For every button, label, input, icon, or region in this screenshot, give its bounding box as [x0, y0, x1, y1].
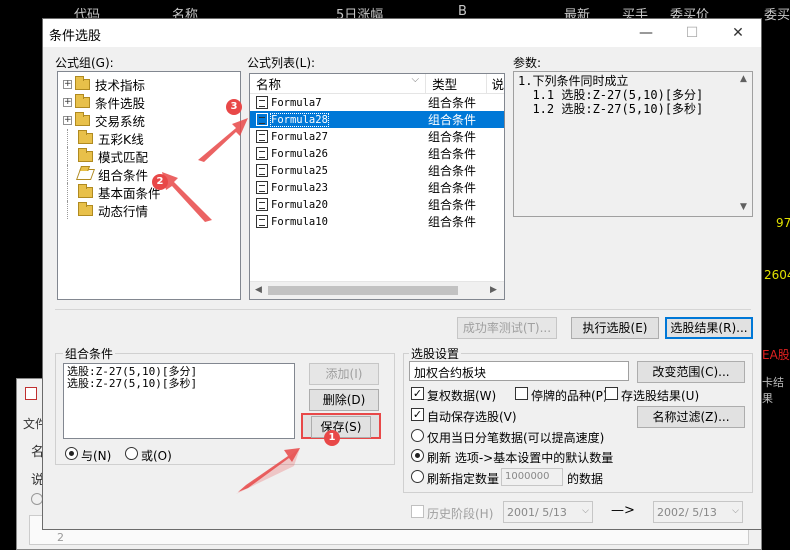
arrow-to-save: [238, 448, 300, 492]
step-badge-2: 2: [152, 174, 168, 190]
arrow-to-formula28: [198, 118, 248, 162]
step-badge-1: 1: [324, 430, 340, 446]
arrow-to-combo: [162, 172, 212, 222]
step-badge-3: 3: [226, 99, 242, 115]
annotation-arrows: [162, 118, 300, 494]
